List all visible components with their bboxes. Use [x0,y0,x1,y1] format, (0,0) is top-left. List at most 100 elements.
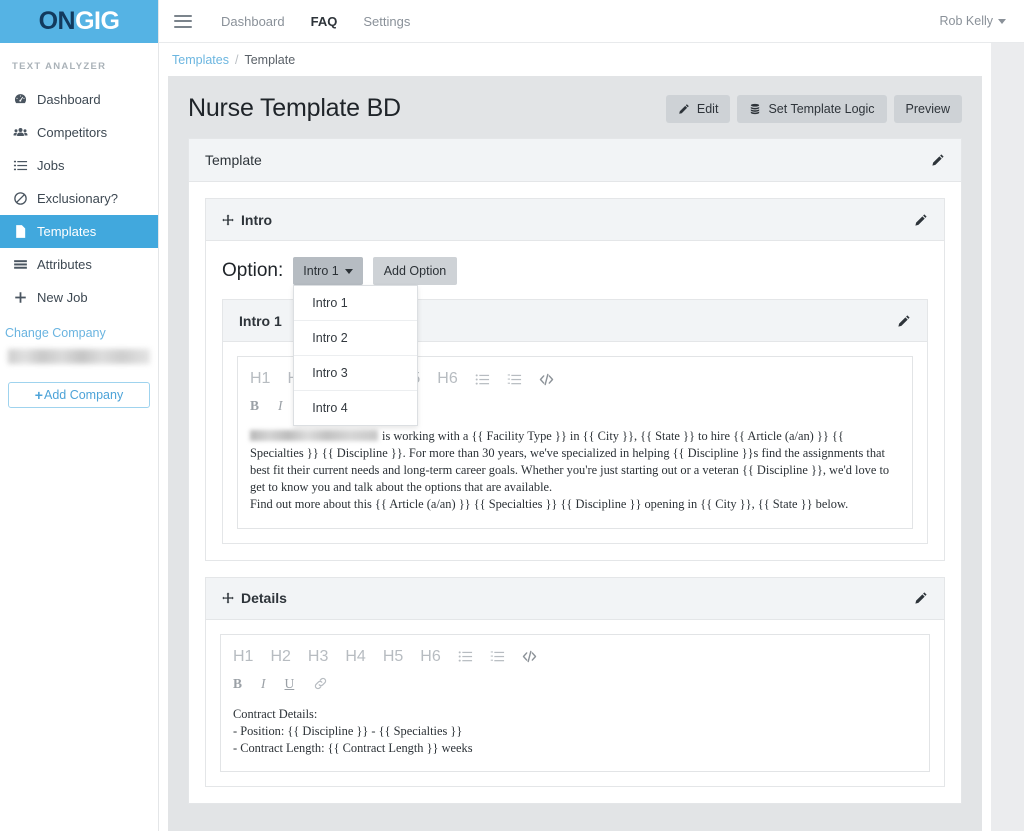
intro-paragraph-1: is working with a {{ Facility Type }} in… [250,428,900,496]
bold-button[interactable]: B [250,398,259,414]
document-icon [13,224,28,239]
pencil-icon [678,103,690,115]
sidebar-item-label: Templates [37,224,96,239]
details-line-3: - Contract Length: {{ Contract Length }}… [233,740,917,757]
template-card-header: Template [189,139,961,182]
sidebar-item-jobs[interactable]: Jobs [0,149,158,182]
plus-icon: + [35,388,43,402]
pencil-icon[interactable] [931,153,945,167]
set-template-logic-button[interactable]: Set Template Logic [737,95,886,123]
dropdown-item-intro-3[interactable]: Intro 3 [294,356,417,391]
ordered-list-icon[interactable] [490,649,505,664]
page-header: Nurse Template BD Edit Set T [188,94,962,123]
preview-button-label: Preview [906,102,950,116]
topnav-link-settings[interactable]: Settings [363,14,410,29]
top-navbar: Dashboard FAQ Settings Rob Kelly [159,0,1024,43]
breadcrumb: Templates / Template [159,43,1024,76]
template-card-body: Intro Option: Intr [189,182,961,803]
heading-1-button[interactable]: H1 [233,649,253,665]
heading-6-button[interactable]: H6 [420,649,440,665]
plus-icon [13,290,28,305]
link-icon[interactable] [313,676,328,691]
logo-text: ONGIG [39,9,120,34]
dropdown-item-intro-1[interactable]: Intro 1 [294,286,417,321]
sidebar: ONGIG TEXT ANALYZER Dashboard Competitor… [0,0,159,831]
sidebar-item-attributes[interactable]: Attributes [0,248,158,281]
details-line-2: - Position: {{ Discipline }} - {{ Specia… [233,723,917,740]
change-company-link[interactable]: Change Company [0,314,158,340]
heading-1-button[interactable]: H1 [250,371,270,387]
user-name: Rob Kelly [940,14,994,28]
option-row: Option: Intro 1 Intro 1 Intro [222,257,928,285]
heading-4-button[interactable]: H4 [345,649,365,665]
heading-2-button[interactable]: H2 [270,649,290,665]
logo-on-text: ON [39,7,76,35]
details-section-header: Details [206,578,944,620]
intro-editor-content[interactable]: is working with a {{ Facility Type }} in… [250,428,900,514]
sidebar-item-dashboard[interactable]: Dashboard [0,83,158,116]
app-root: ONGIG TEXT ANALYZER Dashboard Competitor… [0,0,1024,831]
no-entry-icon [13,191,28,206]
code-icon[interactable] [539,372,554,387]
unordered-list-icon[interactable] [475,372,490,387]
dashboard-icon [13,92,28,107]
details-editor-content[interactable]: Contract Details: - Position: {{ Discipl… [233,706,917,757]
user-menu[interactable]: Rob Kelly [940,14,1007,28]
edit-button[interactable]: Edit [666,95,731,123]
heading-5-button[interactable]: H5 [383,649,403,665]
dropdown-item-intro-4[interactable]: Intro 4 [294,391,417,425]
unordered-list-icon[interactable] [458,649,473,664]
bold-button[interactable]: B [233,676,242,692]
pencil-icon[interactable] [914,591,928,605]
option-dropdown-button[interactable]: Intro 1 [293,257,362,285]
add-company-button[interactable]: + Add Company [8,382,150,408]
italic-button[interactable]: I [261,676,266,692]
topnav-link-faq[interactable]: FAQ [311,14,338,29]
template-card-title: Template [205,152,262,168]
right-gutter [991,43,1024,831]
sidebar-item-label: Dashboard [37,92,101,107]
sidebar-item-label: Jobs [37,158,64,173]
breadcrumb-templates-link[interactable]: Templates [172,53,229,67]
intro-section-title: Intro [241,212,272,228]
sidebar-item-label: Attributes [37,257,92,272]
preview-button[interactable]: Preview [894,95,962,123]
main-area: Dashboard FAQ Settings Rob Kelly Templat… [159,0,1024,831]
set-template-logic-label: Set Template Logic [768,102,874,116]
ordered-list-icon[interactable] [507,372,522,387]
code-icon[interactable] [522,649,537,664]
sidebar-item-templates[interactable]: Templates [0,215,158,248]
list-icon [13,158,28,173]
pencil-icon[interactable] [897,314,911,328]
move-icon[interactable] [222,214,234,226]
italic-button[interactable]: I [278,398,283,414]
page-panel: Nurse Template BD Edit Set T [168,76,982,831]
heading-3-button[interactable]: H3 [308,649,328,665]
option-label: Option: [222,260,283,282]
intro-section-header: Intro [206,199,944,241]
sidebar-item-exclusionary[interactable]: Exclusionary? [0,182,158,215]
topnav-link-dashboard[interactable]: Dashboard [221,14,285,29]
sidebar-item-new-job[interactable]: New Job [0,281,158,314]
pencil-icon[interactable] [914,213,928,227]
people-icon [13,125,28,140]
intro-paragraph-2: Find out more about this {{ Article (a/a… [250,496,900,513]
add-company-label: Add Company [44,388,123,402]
sidebar-item-label: Exclusionary? [37,191,118,206]
ongig-logo[interactable]: ONGIG [0,0,158,43]
underline-button[interactable]: U [285,676,295,692]
sidebar-item-label: Competitors [37,125,107,140]
template-card: Template Intro [188,138,962,804]
add-option-button[interactable]: Add Option [373,257,458,285]
caret-down-icon [345,269,353,274]
content-scroll-region: Nurse Template BD Edit Set T [159,76,1024,831]
move-icon[interactable] [222,592,234,604]
sidebar-item-label: New Job [37,290,88,305]
hamburger-icon[interactable] [174,15,192,28]
details-rich-text-editor[interactable]: H1 H2 H3 H4 H5 H6 [220,634,930,772]
current-company-name-redacted [8,349,150,364]
edit-button-label: Edit [697,102,719,116]
heading-6-button[interactable]: H6 [437,371,457,387]
dropdown-item-intro-2[interactable]: Intro 2 [294,321,417,356]
sidebar-item-competitors[interactable]: Competitors [0,116,158,149]
